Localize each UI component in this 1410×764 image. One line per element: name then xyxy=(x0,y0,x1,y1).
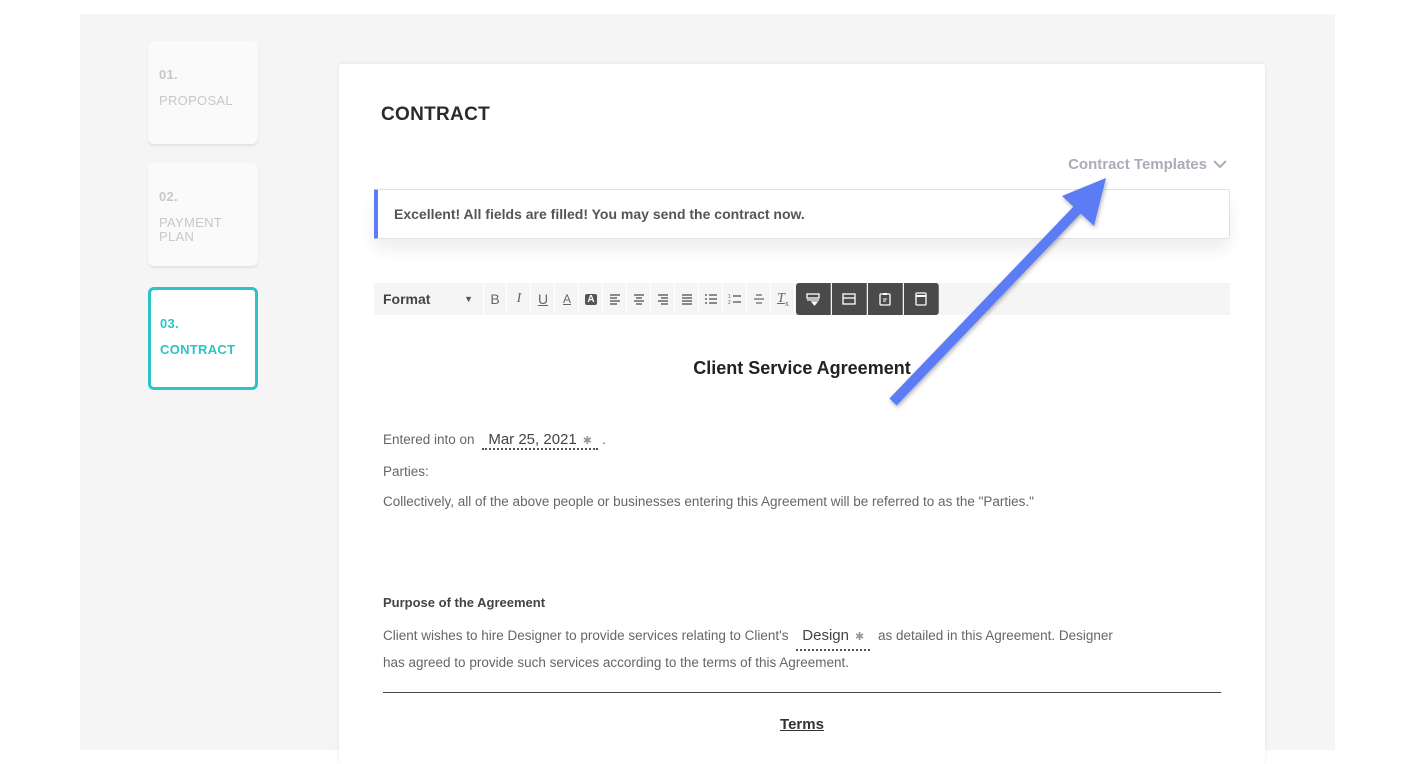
underline-icon: U xyxy=(537,291,549,307)
align-center-button[interactable] xyxy=(628,283,651,315)
bulleted-list-icon xyxy=(705,294,717,304)
step-number: 03. xyxy=(160,316,179,331)
purpose-prefix: Client wishes to hire Designer to provid… xyxy=(383,628,789,643)
page-button[interactable] xyxy=(904,283,939,315)
required-asterisk-icon: ✱ xyxy=(854,631,865,643)
insert-block-icon xyxy=(842,293,856,305)
page-title: CONTRACT xyxy=(381,104,490,125)
clear-formatting-icon: Tx xyxy=(777,290,789,308)
background-color-icon: A xyxy=(585,293,597,305)
bulleted-list-button[interactable] xyxy=(700,283,723,315)
terms-heading: Terms xyxy=(780,716,824,733)
success-alert: Excellent! All fields are filled! You ma… xyxy=(374,189,1230,239)
entered-line: Entered into on Mar 25, 2021 ✱. xyxy=(383,431,606,450)
document-title: Client Service Agreement xyxy=(693,358,911,378)
clipboard-button[interactable] xyxy=(868,283,903,315)
step-number: 02. xyxy=(159,189,178,204)
insert-block-button[interactable] xyxy=(832,283,867,315)
format-select[interactable]: Format ▼ xyxy=(374,283,484,315)
step-number: 01. xyxy=(159,67,178,82)
service-field[interactable]: Design ✱ xyxy=(796,624,871,651)
align-right-icon xyxy=(658,294,668,305)
align-left-button[interactable] xyxy=(604,283,627,315)
editor-toolbar: Format ▼ B I U A A 12 Tx xyxy=(374,283,1230,315)
alert-text: Excellent! All fields are filled! You ma… xyxy=(394,206,805,222)
collective-text: Collectively, all of the above people or… xyxy=(383,494,1034,509)
strikethrough-icon xyxy=(754,294,764,304)
divider xyxy=(383,692,1221,693)
bold-icon: B xyxy=(490,291,500,307)
step-label: PROPOSAL xyxy=(159,93,233,108)
chevron-down-icon xyxy=(1213,160,1227,169)
step-label: CONTRACT xyxy=(160,342,236,357)
insert-field-button[interactable] xyxy=(796,283,831,315)
step-label: PAYMENT PLAN xyxy=(159,215,222,244)
italic-button[interactable]: I xyxy=(508,283,531,315)
date-value: Mar 25, 2021 xyxy=(488,431,577,448)
numbered-list-icon: 12 xyxy=(728,294,741,306)
svg-text:2: 2 xyxy=(728,300,731,306)
page-icon xyxy=(915,292,927,306)
strikethrough-button[interactable] xyxy=(748,283,771,315)
align-center-icon xyxy=(634,294,644,305)
step-proposal[interactable]: 01. PROPOSAL xyxy=(148,41,258,144)
contract-templates-dropdown[interactable]: Contract Templates xyxy=(1068,156,1227,173)
format-label: Format xyxy=(383,291,431,307)
contract-card: CONTRACT Contract Templates Excellent! A… xyxy=(339,64,1265,764)
insert-field-icon xyxy=(806,293,820,306)
align-justify-icon xyxy=(682,294,692,305)
clipboard-icon xyxy=(879,293,891,306)
text-color-icon: A xyxy=(562,292,571,306)
step-payment-plan[interactable]: 02. PAYMENT PLAN xyxy=(148,163,258,266)
italic-icon: I xyxy=(516,291,522,306)
entered-suffix: . xyxy=(601,432,606,447)
background-color-button[interactable]: A xyxy=(580,283,603,315)
text-color-button[interactable]: A xyxy=(556,283,579,315)
dropdown-label: Contract Templates xyxy=(1068,156,1207,173)
numbered-list-button[interactable]: 12 xyxy=(724,283,747,315)
parties-label: Parties: xyxy=(383,464,429,479)
underline-button[interactable]: U xyxy=(532,283,555,315)
entered-prefix: Entered into on xyxy=(383,432,475,447)
service-value: Design xyxy=(802,627,849,644)
purpose-paragraph: Client wishes to hire Designer to provid… xyxy=(383,624,1123,675)
align-justify-button[interactable] xyxy=(676,283,699,315)
align-left-icon xyxy=(610,294,620,305)
align-right-button[interactable] xyxy=(652,283,675,315)
bold-button[interactable]: B xyxy=(484,283,507,315)
date-field[interactable]: Mar 25, 2021 ✱ xyxy=(482,431,598,450)
caret-down-icon: ▼ xyxy=(464,294,473,304)
required-asterisk-icon: ✱ xyxy=(582,435,592,447)
step-contract[interactable]: 03. CONTRACT xyxy=(148,287,258,390)
purpose-heading: Purpose of the Agreement xyxy=(383,595,546,610)
clear-formatting-button[interactable]: Tx xyxy=(772,283,795,315)
